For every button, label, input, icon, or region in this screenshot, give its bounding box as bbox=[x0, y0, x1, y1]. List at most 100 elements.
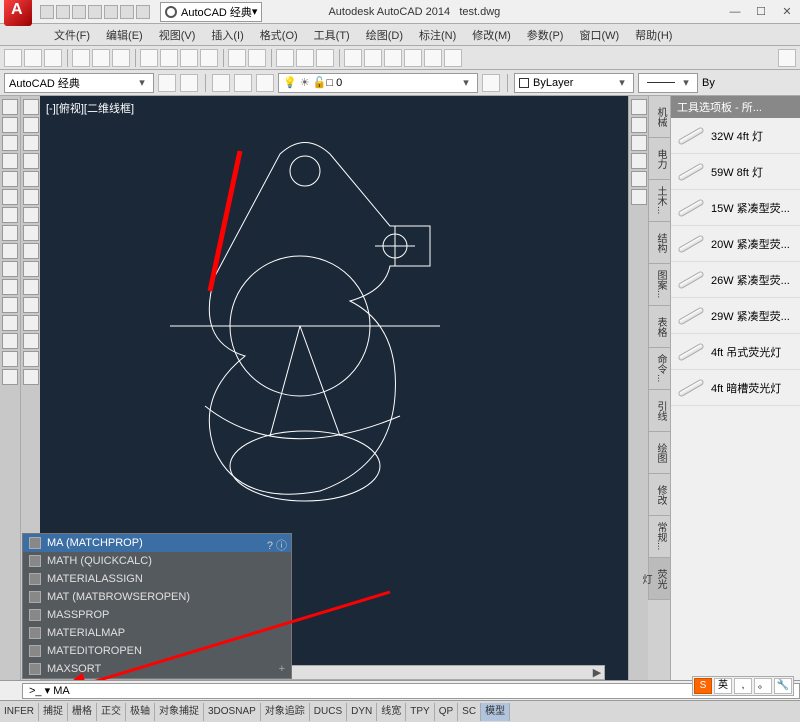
status-polar[interactable]: 极轴 bbox=[126, 703, 155, 721]
palette-title[interactable]: 工具选项板 - 所... bbox=[671, 96, 800, 118]
menu-tools[interactable]: 工具(T) bbox=[310, 25, 354, 45]
ellipse-tool[interactable] bbox=[2, 189, 18, 205]
status-snap[interactable]: 捕捉 bbox=[39, 703, 68, 721]
palette-item[interactable]: 29W 紧凑型荧... bbox=[671, 298, 800, 334]
status-infer[interactable]: INFER bbox=[0, 703, 39, 721]
stretch-tool[interactable] bbox=[23, 243, 39, 259]
rotate-tool[interactable] bbox=[23, 207, 39, 223]
tool-open[interactable] bbox=[24, 49, 42, 67]
fillet-tool[interactable] bbox=[23, 351, 39, 367]
tool-markup[interactable] bbox=[424, 49, 442, 67]
status-model[interactable]: 模型 bbox=[481, 703, 510, 721]
tool-design-center[interactable] bbox=[364, 49, 382, 67]
menu-help[interactable]: 帮助(H) bbox=[631, 25, 676, 45]
qat-new[interactable] bbox=[40, 5, 54, 19]
explode-tool[interactable] bbox=[23, 369, 39, 385]
status-otrack[interactable]: 对象追踪 bbox=[261, 703, 310, 721]
qat-save[interactable] bbox=[72, 5, 86, 19]
palette-item[interactable]: 32W 4ft 灯 bbox=[671, 118, 800, 154]
mirror-tool[interactable] bbox=[23, 135, 39, 151]
status-osnap[interactable]: 对象捕捉 bbox=[155, 703, 204, 721]
palette-item[interactable]: 59W 8ft 灯 bbox=[671, 154, 800, 190]
spline-tool[interactable] bbox=[2, 207, 18, 223]
app-logo[interactable] bbox=[4, 0, 32, 26]
chamfer-tool[interactable] bbox=[23, 333, 39, 349]
menu-draw[interactable]: 绘图(D) bbox=[362, 25, 407, 45]
hatch-tool[interactable] bbox=[2, 225, 18, 241]
ac-item[interactable]: MATEDITOROPEN bbox=[23, 642, 291, 660]
workspace-settings-button[interactable] bbox=[158, 74, 176, 92]
qat-redo[interactable] bbox=[136, 5, 150, 19]
ac-item[interactable]: MA (MATCHPROP) bbox=[23, 534, 291, 552]
status-lwt[interactable]: 线宽 bbox=[377, 703, 406, 721]
vtab-mechanical[interactable]: 机械 bbox=[648, 96, 670, 138]
viewcube-button[interactable] bbox=[631, 99, 647, 115]
menu-format[interactable]: 格式(O) bbox=[256, 25, 302, 45]
vtab-electrical[interactable]: 电力 bbox=[648, 138, 670, 180]
layer-prop-button[interactable] bbox=[212, 74, 230, 92]
ime-punct[interactable]: , bbox=[734, 678, 752, 694]
menu-modify[interactable]: 修改(M) bbox=[468, 25, 515, 45]
status-qp[interactable]: QP bbox=[435, 703, 458, 721]
pan-button[interactable] bbox=[631, 135, 647, 151]
status-dyn[interactable]: DYN bbox=[347, 703, 377, 721]
vtab-modify[interactable]: 修改 bbox=[648, 474, 670, 516]
minimize-button[interactable]: — bbox=[722, 2, 748, 22]
showmotion-button[interactable] bbox=[631, 189, 647, 205]
steering-wheel-button[interactable] bbox=[631, 117, 647, 133]
close-button[interactable]: ✕ bbox=[774, 2, 800, 22]
maximize-button[interactable]: ☐ bbox=[748, 2, 774, 22]
palette-item[interactable]: 26W 紧凑型荧... bbox=[671, 262, 800, 298]
tool-cut[interactable] bbox=[140, 49, 158, 67]
vtab-fluorescent[interactable]: 荧光灯 bbox=[648, 558, 670, 600]
qat-open[interactable] bbox=[56, 5, 70, 19]
tool-help[interactable] bbox=[778, 49, 796, 67]
ime-toolbar[interactable]: S 英 , 。 🔧 bbox=[692, 676, 794, 696]
layer-combo[interactable]: 💡 ☀ 🔓 □ 0 ▾ bbox=[278, 73, 478, 93]
tool-matchprop[interactable] bbox=[200, 49, 218, 67]
palette-item[interactable]: 20W 紧凑型荧... bbox=[671, 226, 800, 262]
extend-tool[interactable] bbox=[23, 279, 39, 295]
menu-insert[interactable]: 插入(I) bbox=[207, 25, 247, 45]
tool-palette[interactable] bbox=[384, 49, 402, 67]
vtab-structural[interactable]: 结构 bbox=[648, 222, 670, 264]
ac-help-icons[interactable]: ? ⓘ bbox=[267, 537, 287, 553]
workspace-combo[interactable]: AutoCAD 经典 ▾ bbox=[4, 73, 154, 93]
block-tool[interactable] bbox=[2, 333, 18, 349]
zoom-extents-button[interactable] bbox=[631, 153, 647, 169]
layer-freeze-button[interactable] bbox=[256, 74, 274, 92]
array-tool[interactable] bbox=[23, 171, 39, 187]
vtab-civil[interactable]: 土木... bbox=[648, 180, 670, 222]
tool-redo[interactable] bbox=[248, 49, 266, 67]
status-sc[interactable]: SC bbox=[458, 703, 481, 721]
vtab-tables[interactable]: 表格 bbox=[648, 306, 670, 348]
palette-item[interactable]: 15W 紧凑型荧... bbox=[671, 190, 800, 226]
menu-file[interactable]: 文件(F) bbox=[50, 25, 94, 45]
move-tool[interactable] bbox=[23, 189, 39, 205]
tool-publish[interactable] bbox=[112, 49, 130, 67]
status-3dosnap[interactable]: 3DOSNAP bbox=[204, 703, 261, 721]
tool-zoomprev[interactable] bbox=[316, 49, 334, 67]
menu-view[interactable]: 视图(V) bbox=[155, 25, 200, 45]
palette-item[interactable]: 4ft 吊式荧光灯 bbox=[671, 334, 800, 370]
ac-item[interactable]: MASSPROP bbox=[23, 606, 291, 624]
ac-item[interactable]: MAXSORT+ bbox=[23, 660, 291, 678]
workspace-selector[interactable]: AutoCAD 经典 ▾ bbox=[160, 2, 262, 22]
color-combo[interactable]: ByLayer ▾ bbox=[514, 73, 634, 93]
ime-full[interactable]: 。 bbox=[754, 678, 772, 694]
ime-lang[interactable]: 英 bbox=[714, 678, 732, 694]
point-tool[interactable] bbox=[2, 261, 18, 277]
scale-tool[interactable] bbox=[23, 225, 39, 241]
mtext-tool[interactable] bbox=[2, 315, 18, 331]
trim-tool[interactable] bbox=[23, 261, 39, 277]
orbit-button[interactable] bbox=[631, 171, 647, 187]
polyline-tool[interactable] bbox=[2, 117, 18, 133]
palette-item[interactable]: 4ft 暗槽荧光灯 bbox=[671, 370, 800, 406]
status-grid[interactable]: 栅格 bbox=[68, 703, 97, 721]
tool-calc[interactable] bbox=[444, 49, 462, 67]
command-input[interactable]: >_ ▾ MA bbox=[22, 683, 800, 699]
status-ortho[interactable]: 正交 bbox=[97, 703, 126, 721]
menu-parametric[interactable]: 参数(P) bbox=[523, 25, 568, 45]
qat-saveas[interactable] bbox=[88, 5, 102, 19]
tool-save[interactable] bbox=[44, 49, 62, 67]
